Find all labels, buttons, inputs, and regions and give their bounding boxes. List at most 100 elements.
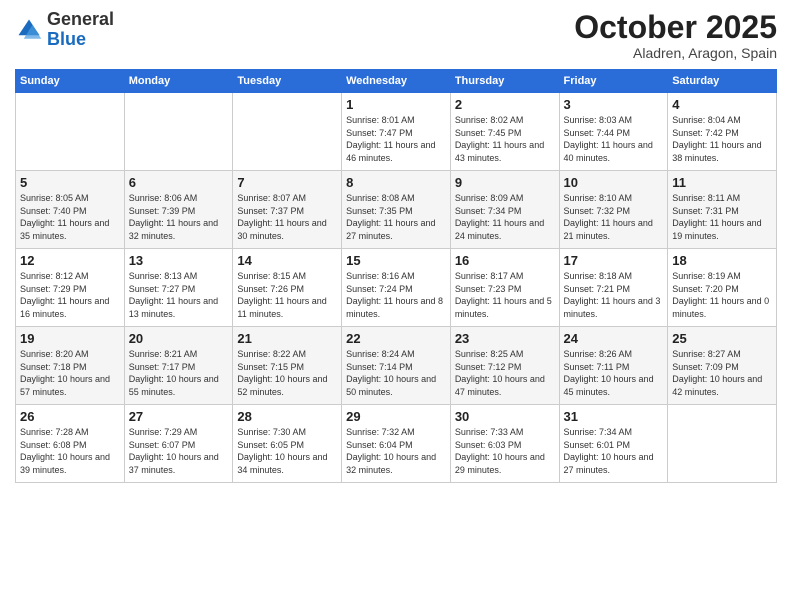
calendar-cell: 11Sunrise: 8:11 AM Sunset: 7:31 PM Dayli… [668,171,777,249]
day-number: 29 [346,409,446,424]
day-number: 26 [20,409,120,424]
calendar-cell: 8 Sunrise: 8:08 AM Sunset: 7:35 PM Daylig… [342,171,451,249]
col-thursday: Thursday [450,70,559,93]
title-block: October 2025 Aladren, Aragon, Spain [574,10,777,61]
day-number: 4 [672,97,772,112]
day-number: 2 [455,97,555,112]
day-info: Sunrise: 8:02 AM Sunset: 7:45 PM Dayligh… [455,114,555,164]
calendar-week-1: 1 Sunrise: 8:01 AM Sunset: 7:47 PM Daylig… [16,93,777,171]
calendar-cell: 5 Sunrise: 8:05 AM Sunset: 7:40 PM Daylig… [16,171,125,249]
day-number: 16 [455,253,555,268]
calendar-cell: 6 Sunrise: 8:06 AM Sunset: 7:39 PM Daylig… [124,171,233,249]
calendar-cell: 29 Sunrise: 7:32 AM Sunset: 6:04 PM Dayli… [342,405,451,483]
calendar-week-4: 19Sunrise: 8:20 AM Sunset: 7:18 PM Dayli… [16,327,777,405]
calendar-cell: 4 Sunrise: 8:04 AM Sunset: 7:42 PM Daylig… [668,93,777,171]
page: General Blue October 2025 Aladren, Arago… [0,0,792,612]
day-info: Sunrise: 8:10 AM Sunset: 7:32 PM Dayligh… [564,192,664,242]
day-info: Sunrise: 7:30 AM Sunset: 6:05 PM Dayligh… [237,426,337,476]
day-number: 30 [455,409,555,424]
calendar-cell: 18Sunrise: 8:19 AM Sunset: 7:20 PM Dayli… [668,249,777,327]
calendar-body: 1 Sunrise: 8:01 AM Sunset: 7:47 PM Daylig… [16,93,777,483]
day-info: Sunrise: 7:32 AM Sunset: 6:04 PM Dayligh… [346,426,446,476]
day-number: 22 [346,331,446,346]
logo-text: General Blue [47,10,114,50]
calendar-cell: 7Sunrise: 8:07 AM Sunset: 7:37 PM Daylig… [233,171,342,249]
day-number: 8 [346,175,446,190]
day-info: Sunrise: 8:15 AM Sunset: 7:26 PM Dayligh… [237,270,337,320]
col-monday: Monday [124,70,233,93]
calendar-cell: 9 Sunrise: 8:09 AM Sunset: 7:34 PM Daylig… [450,171,559,249]
calendar-cell: 19Sunrise: 8:20 AM Sunset: 7:18 PM Dayli… [16,327,125,405]
day-number: 24 [564,331,664,346]
calendar-cell [16,93,125,171]
calendar-cell: 15 Sunrise: 8:16 AM Sunset: 7:24 PM Dayli… [342,249,451,327]
day-info: Sunrise: 8:22 AM Sunset: 7:15 PM Dayligh… [237,348,337,398]
calendar-cell: 27Sunrise: 7:29 AM Sunset: 6:07 PM Dayli… [124,405,233,483]
day-info: Sunrise: 8:19 AM Sunset: 7:20 PM Dayligh… [672,270,772,320]
calendar-cell: 22 Sunrise: 8:24 AM Sunset: 7:14 PM Dayli… [342,327,451,405]
day-info: Sunrise: 7:34 AM Sunset: 6:01 PM Dayligh… [564,426,664,476]
day-info: Sunrise: 8:24 AM Sunset: 7:14 PM Dayligh… [346,348,446,398]
day-info: Sunrise: 8:21 AM Sunset: 7:17 PM Dayligh… [129,348,229,398]
col-tuesday: Tuesday [233,70,342,93]
calendar-cell [124,93,233,171]
day-info: Sunrise: 8:09 AM Sunset: 7:34 PM Dayligh… [455,192,555,242]
day-info: Sunrise: 8:01 AM Sunset: 7:47 PM Dayligh… [346,114,446,164]
day-number: 3 [564,97,664,112]
calendar-cell: 28Sunrise: 7:30 AM Sunset: 6:05 PM Dayli… [233,405,342,483]
calendar-cell: 10 Sunrise: 8:10 AM Sunset: 7:32 PM Dayli… [559,171,668,249]
day-number: 20 [129,331,229,346]
calendar-week-5: 26 Sunrise: 7:28 AM Sunset: 6:08 PM Dayli… [16,405,777,483]
logo-blue: Blue [47,29,86,49]
day-info: Sunrise: 8:27 AM Sunset: 7:09 PM Dayligh… [672,348,772,398]
calendar-cell: 24 Sunrise: 8:26 AM Sunset: 7:11 PM Dayli… [559,327,668,405]
calendar-week-3: 12Sunrise: 8:12 AM Sunset: 7:29 PM Dayli… [16,249,777,327]
day-info: Sunrise: 7:28 AM Sunset: 6:08 PM Dayligh… [20,426,120,476]
day-info: Sunrise: 8:18 AM Sunset: 7:21 PM Dayligh… [564,270,664,320]
subtitle: Aladren, Aragon, Spain [574,45,777,61]
header: General Blue October 2025 Aladren, Arago… [15,10,777,61]
day-number: 10 [564,175,664,190]
day-number: 6 [129,175,229,190]
day-number: 21 [237,331,337,346]
day-info: Sunrise: 8:03 AM Sunset: 7:44 PM Dayligh… [564,114,664,164]
day-number: 15 [346,253,446,268]
day-number: 12 [20,253,120,268]
calendar-cell: 17Sunrise: 8:18 AM Sunset: 7:21 PM Dayli… [559,249,668,327]
day-info: Sunrise: 8:17 AM Sunset: 7:23 PM Dayligh… [455,270,555,320]
logo-icon [15,16,43,44]
day-number: 1 [346,97,446,112]
col-saturday: Saturday [668,70,777,93]
col-wednesday: Wednesday [342,70,451,93]
calendar-cell: 25 Sunrise: 8:27 AM Sunset: 7:09 PM Dayli… [668,327,777,405]
calendar-cell: 2 Sunrise: 8:02 AM Sunset: 7:45 PM Daylig… [450,93,559,171]
calendar-cell: 14Sunrise: 8:15 AM Sunset: 7:26 PM Dayli… [233,249,342,327]
day-number: 11 [672,175,772,190]
logo: General Blue [15,10,114,50]
day-number: 19 [20,331,120,346]
day-info: Sunrise: 8:08 AM Sunset: 7:35 PM Dayligh… [346,192,446,242]
day-number: 25 [672,331,772,346]
day-info: Sunrise: 8:06 AM Sunset: 7:39 PM Dayligh… [129,192,229,242]
day-info: Sunrise: 8:04 AM Sunset: 7:42 PM Dayligh… [672,114,772,164]
calendar-cell: 30 Sunrise: 7:33 AM Sunset: 6:03 PM Dayli… [450,405,559,483]
logo-general: General [47,9,114,29]
day-number: 9 [455,175,555,190]
col-friday: Friday [559,70,668,93]
calendar-cell: 20 Sunrise: 8:21 AM Sunset: 7:17 PM Dayli… [124,327,233,405]
day-info: Sunrise: 8:13 AM Sunset: 7:27 PM Dayligh… [129,270,229,320]
day-info: Sunrise: 7:33 AM Sunset: 6:03 PM Dayligh… [455,426,555,476]
day-number: 5 [20,175,120,190]
col-sunday: Sunday [16,70,125,93]
calendar-cell [668,405,777,483]
calendar-cell: 26 Sunrise: 7:28 AM Sunset: 6:08 PM Dayli… [16,405,125,483]
day-info: Sunrise: 8:26 AM Sunset: 7:11 PM Dayligh… [564,348,664,398]
day-number: 23 [455,331,555,346]
day-info: Sunrise: 8:16 AM Sunset: 7:24 PM Dayligh… [346,270,446,320]
day-number: 13 [129,253,229,268]
day-info: Sunrise: 8:25 AM Sunset: 7:12 PM Dayligh… [455,348,555,398]
calendar-cell: 1 Sunrise: 8:01 AM Sunset: 7:47 PM Daylig… [342,93,451,171]
calendar-cell: 31Sunrise: 7:34 AM Sunset: 6:01 PM Dayli… [559,405,668,483]
day-info: Sunrise: 7:29 AM Sunset: 6:07 PM Dayligh… [129,426,229,476]
day-info: Sunrise: 8:05 AM Sunset: 7:40 PM Dayligh… [20,192,120,242]
